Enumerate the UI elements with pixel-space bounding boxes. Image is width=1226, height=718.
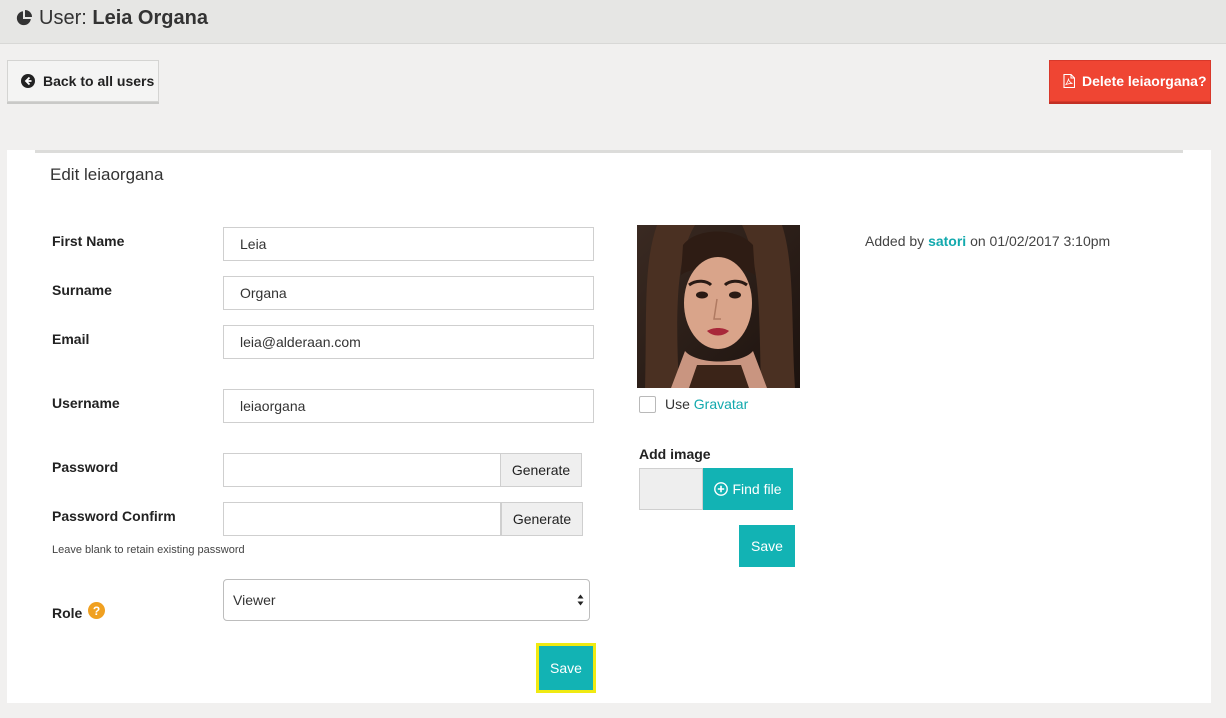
email-value: leia@alderaan.com	[240, 334, 361, 350]
top-bar: User: Leia Organa	[0, 0, 1226, 44]
edit-user-panel: Edit leiaorgana First Name Leia Surname …	[7, 150, 1211, 703]
panel-title: Edit leiaorgana	[50, 165, 164, 184]
user-avatar	[637, 225, 800, 388]
first-name-value: Leia	[240, 236, 267, 252]
find-file-button[interactable]: Find file	[703, 468, 793, 510]
back-button-label: Back to all users	[43, 73, 155, 89]
generate-confirm-label: Generate	[512, 511, 572, 527]
first-name-input[interactable]: Leia	[223, 227, 594, 261]
surname-input[interactable]: Organa	[223, 276, 594, 310]
gravatar-link[interactable]: Gravatar	[694, 396, 748, 412]
password-confirm-input[interactable]	[223, 502, 501, 536]
page-title-prefix: User:	[39, 7, 87, 29]
role-value: Viewer	[233, 592, 276, 608]
save-image-button[interactable]: Save	[739, 525, 795, 567]
added-by-info: Added by satori on 01/02/2017 3:10pm	[865, 233, 1110, 249]
use-gravatar-label: Use Gravatar	[665, 396, 748, 412]
surname-value: Organa	[240, 285, 287, 301]
first-name-label: First Name	[52, 233, 125, 249]
arrow-circle-left-icon	[21, 74, 35, 88]
username-value: leiaorgana	[240, 398, 306, 414]
file-input-display[interactable]	[639, 468, 703, 510]
generate-password-button[interactable]: Generate	[500, 453, 582, 487]
pie-chart-icon	[16, 10, 32, 26]
save-image-label: Save	[751, 538, 783, 554]
updown-caret-icon	[577, 594, 584, 606]
svg-text:?: ?	[93, 604, 100, 618]
use-gravatar-checkbox[interactable]	[639, 396, 656, 413]
password-confirm-label: Password Confirm	[52, 508, 176, 524]
password-input[interactable]	[223, 453, 501, 487]
question-circle-icon[interactable]: ?	[88, 602, 105, 619]
password-hint: Leave blank to retain existing password	[52, 544, 245, 556]
email-input[interactable]: leia@alderaan.com	[223, 325, 594, 359]
save-user-label: Save	[550, 660, 582, 676]
username-input[interactable]: leiaorgana	[223, 389, 594, 423]
back-to-users-button[interactable]: Back to all users	[7, 60, 159, 102]
generate-label: Generate	[511, 462, 571, 478]
added-by-user-link[interactable]: satori	[928, 233, 966, 249]
role-label: Role	[52, 605, 83, 621]
password-label: Password	[52, 459, 119, 475]
added-by-prefix: Added by	[865, 233, 925, 249]
username-label: Username	[52, 395, 120, 411]
role-select[interactable]: Viewer	[223, 579, 590, 621]
save-user-button[interactable]: Save	[536, 643, 596, 693]
delete-user-button[interactable]: Delete leiaorgana?	[1049, 60, 1211, 102]
page-title-user: Leia Organa	[92, 7, 208, 29]
find-file-label: Find file	[732, 481, 782, 497]
plus-circle-icon	[714, 482, 729, 496]
surname-label: Surname	[52, 282, 112, 298]
panel-divider	[35, 150, 1183, 153]
pdf-file-icon	[1063, 74, 1075, 88]
added-on-date: on 01/02/2017 3:10pm	[970, 233, 1111, 249]
email-label: Email	[52, 331, 90, 347]
page-title: User: Leia Organa	[39, 7, 208, 30]
delete-button-label: Delete leiaorgana?	[1082, 73, 1207, 89]
add-image-label: Add image	[639, 446, 711, 462]
use-label: Use	[665, 396, 690, 412]
generate-confirm-button[interactable]: Generate	[501, 502, 583, 536]
